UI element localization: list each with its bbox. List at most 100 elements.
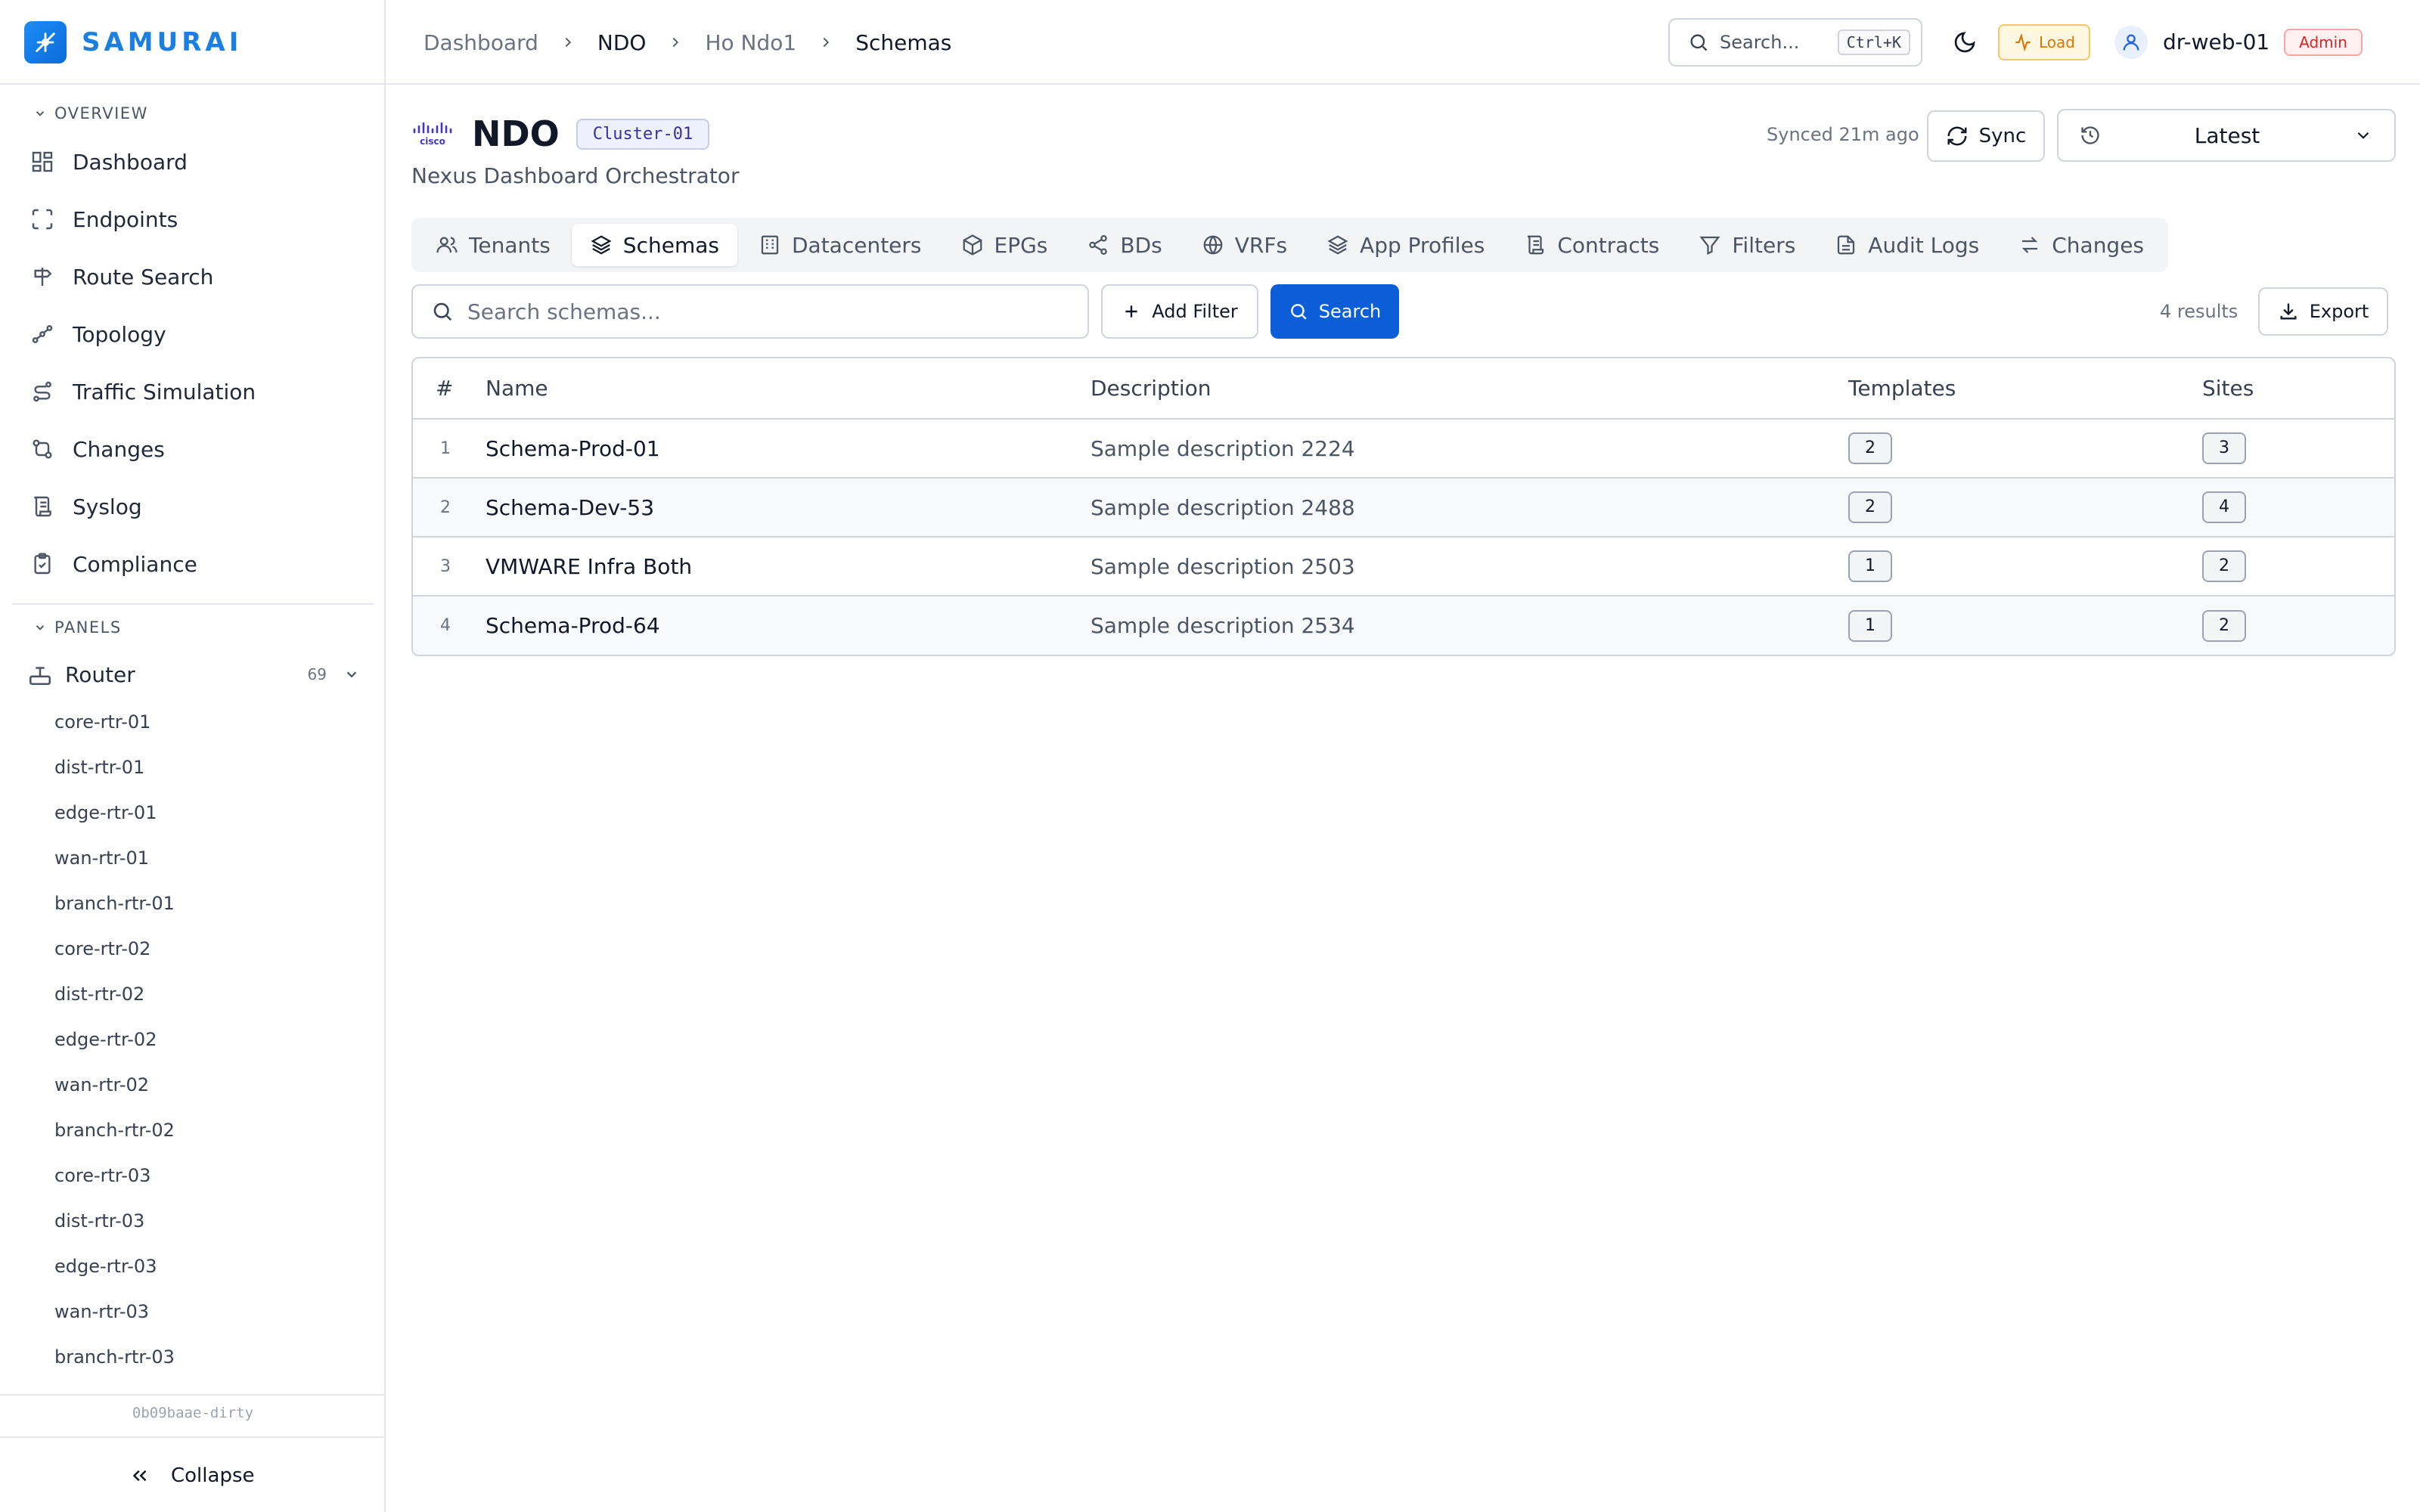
column-header-templates[interactable]: Templates	[1848, 358, 2202, 420]
chevrons-left-icon	[132, 1470, 147, 1482]
search-button[interactable]: Search	[1270, 284, 1399, 339]
templates-count-badge: 1	[1848, 609, 1892, 642]
router-item[interactable]: edge-rtr-01	[54, 798, 157, 828]
schema-search-input[interactable]: Search schemas...	[411, 284, 1089, 339]
chevron-down-icon	[2357, 132, 2369, 139]
layers-icon	[591, 235, 612, 255]
table-row[interactable]: 3 VMWARE Infra Both Sample description 2…	[413, 537, 2394, 596]
svg-text:cisco: cisco	[420, 136, 445, 147]
tab-schemas[interactable]: Schemas	[571, 224, 737, 266]
row-name[interactable]: Schema-Prod-64	[486, 596, 1091, 655]
user-name[interactable]: dr-web-01	[2163, 27, 2270, 57]
tab-app-profiles[interactable]: App Profiles	[1308, 224, 1503, 266]
tab-label: VRFs	[1234, 232, 1288, 258]
sidebar-item-topology[interactable]: Topology	[30, 313, 166, 355]
building-icon	[761, 235, 779, 255]
table-row[interactable]: 4 Schema-Prod-64 Sample description 2534…	[413, 596, 2394, 655]
row-name[interactable]: VMWARE Infra Both	[486, 537, 1091, 596]
panel-router-count: 69	[307, 665, 327, 683]
refresh-icon	[1947, 126, 1967, 146]
table-row[interactable]: 1 Schema-Prod-01 Sample description 2224…	[413, 419, 2394, 479]
sidebar-divider	[0, 83, 386, 85]
breadcrumb-ndo[interactable]: NDO	[597, 30, 647, 55]
router-item[interactable]: edge-rtr-03	[54, 1251, 157, 1281]
tab-vrfs[interactable]: VRFs	[1184, 224, 1305, 266]
tab-tenants[interactable]: Tenants	[417, 224, 569, 266]
sites-count-badge: 2	[2202, 609, 2246, 642]
router-item[interactable]: wan-rtr-02	[54, 1070, 149, 1100]
templates-count-badge: 1	[1848, 550, 1892, 582]
brand[interactable]: SAMURAI	[24, 21, 242, 64]
sidebar-item-syslog[interactable]: Syslog	[30, 485, 142, 528]
router-item[interactable]: branch-rtr-01	[54, 888, 175, 919]
table-row[interactable]: 2 Schema-Dev-53 Sample description 2488 …	[413, 478, 2394, 538]
role-badge: Admin	[2284, 29, 2363, 56]
row-description: Sample description 2534	[1091, 596, 1848, 655]
router-item[interactable]: core-rtr-02	[54, 934, 150, 964]
tab-filters[interactable]: Filters	[1680, 224, 1813, 266]
row-name[interactable]: Schema-Prod-01	[486, 419, 1091, 479]
sites-count-badge: 4	[2202, 491, 2246, 523]
tab-audit-logs[interactable]: Audit Logs	[1817, 224, 1997, 266]
tab-label: BDs	[1120, 232, 1162, 258]
row-templates: 2	[1848, 478, 2202, 538]
sidebar-item-traffic-simulation[interactable]: Traffic Simulation	[30, 370, 256, 413]
chevron-down-icon	[36, 625, 45, 631]
panel-router[interactable]: Router 69	[27, 656, 360, 692]
router-item[interactable]: dist-rtr-02	[54, 979, 144, 1009]
router-item[interactable]: wan-rtr-03	[54, 1297, 149, 1327]
router-item[interactable]: edge-rtr-02	[54, 1024, 157, 1055]
router-item[interactable]: wan-rtr-01	[54, 843, 149, 873]
add-filter-button[interactable]: Add Filter	[1101, 284, 1258, 339]
sites-count-badge: 2	[2202, 550, 2246, 582]
section-overview[interactable]: OVERVIEW	[33, 104, 148, 122]
router-item[interactable]: branch-rtr-03	[54, 1342, 175, 1372]
search-icon	[1690, 34, 1708, 51]
column-header-sites[interactable]: Sites	[2202, 358, 2394, 420]
tab-epgs[interactable]: EPGs	[943, 224, 1066, 266]
router-item[interactable]: dist-rtr-01	[54, 752, 144, 782]
row-name[interactable]: Schema-Dev-53	[486, 478, 1091, 538]
sidebar-item-changes[interactable]: Changes	[30, 428, 165, 470]
load-badge[interactable]: Load	[1998, 24, 2090, 60]
sync-button[interactable]: Sync	[1927, 110, 2045, 162]
section-panels[interactable]: PANELS	[33, 618, 122, 637]
sidebar-item-endpoints[interactable]: Endpoints	[30, 198, 178, 240]
row-description: Sample description 2503	[1091, 537, 1848, 596]
tab-changes[interactable]: Changes	[2000, 224, 2162, 266]
router-item[interactable]: core-rtr-03	[54, 1160, 150, 1191]
breadcrumb-dashboard[interactable]: Dashboard	[424, 30, 538, 55]
router-item[interactable]: core-rtr-01	[54, 707, 150, 737]
version-select[interactable]: Latest	[2057, 109, 2396, 162]
sidebar-item-compliance[interactable]: Compliance	[30, 543, 197, 585]
global-search-input[interactable]: Search... Ctrl+K	[1668, 18, 1922, 67]
sidebar-divider	[0, 1436, 386, 1438]
table-toolbar: Search schemas... Add Filter Search 4 re…	[411, 284, 2396, 339]
export-button[interactable]: Export	[2258, 287, 2388, 336]
column-header-index[interactable]: #	[413, 358, 486, 420]
section-overview-label: OVERVIEW	[54, 104, 148, 122]
theme-toggle-button[interactable]	[1950, 27, 1980, 57]
table-header-row: # Name Description Templates Sites	[413, 358, 2394, 420]
tab-label: App Profiles	[1360, 232, 1485, 258]
collapse-button[interactable]: Collapse	[129, 1461, 255, 1491]
row-sites: 3	[2202, 419, 2394, 479]
column-header-name[interactable]: Name	[486, 358, 1091, 420]
share-icon	[1089, 235, 1108, 255]
router-item[interactable]: branch-rtr-02	[54, 1115, 175, 1145]
global-search-placeholder: Search...	[1720, 32, 1800, 53]
app-root: SAMURAI OVERVIEW Dashboard Endpoints Rou…	[0, 0, 2420, 1512]
row-description: Sample description 2224	[1091, 419, 1848, 479]
page-subtitle: Nexus Dashboard Orchestrator	[411, 163, 740, 188]
sidebar-item-route-search[interactable]: Route Search	[30, 256, 213, 298]
tab-bds[interactable]: BDs	[1069, 224, 1180, 266]
avatar[interactable]	[2114, 26, 2148, 59]
sidebar-item-dashboard[interactable]: Dashboard	[30, 141, 188, 183]
tab-label: Datacenters	[791, 232, 922, 258]
row-sites: 2	[2202, 596, 2394, 655]
tab-contracts[interactable]: Contracts	[1506, 224, 1677, 266]
router-item[interactable]: dist-rtr-03	[54, 1206, 144, 1236]
breadcrumb-ho-ndo1[interactable]: Ho Ndo1	[705, 30, 796, 55]
column-header-description[interactable]: Description	[1091, 358, 1848, 420]
tab-datacenters[interactable]: Datacenters	[740, 224, 940, 266]
